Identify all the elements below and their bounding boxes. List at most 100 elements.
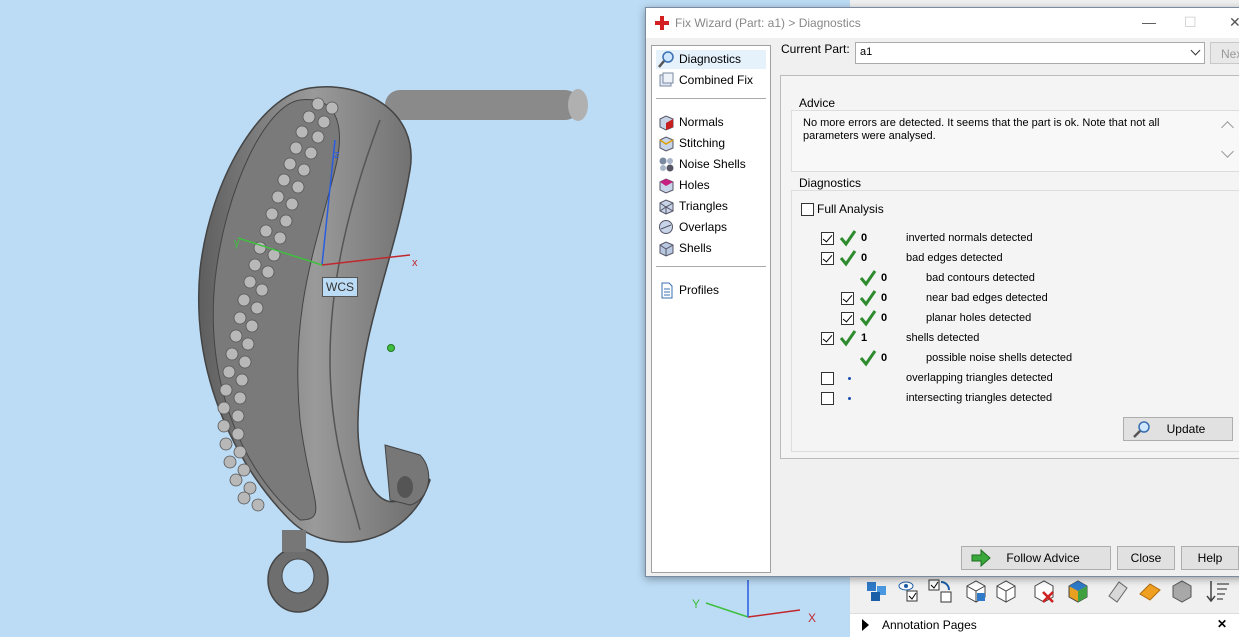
- shells-checkbox[interactable]: [821, 332, 834, 345]
- cube-colored-icon[interactable]: [1065, 578, 1091, 604]
- inverted-normals-count: 0: [861, 232, 868, 244]
- near-bad-edges-count: 0: [881, 292, 888, 304]
- diagnostics-panel: Advice No more errors are detected. It s…: [780, 75, 1239, 459]
- expand-arrow-icon[interactable]: [862, 619, 869, 631]
- normals-cube-icon: [659, 115, 674, 131]
- earring-pin: [385, 89, 588, 121]
- chevron-down-icon: [1190, 45, 1201, 56]
- visibility-icon[interactable]: [897, 578, 923, 604]
- nav-item-shells[interactable]: Shells: [656, 239, 766, 258]
- sort-list-icon[interactable]: [1205, 578, 1231, 604]
- nav-item-profiles[interactable]: Profiles: [656, 281, 766, 300]
- maximize-button[interactable]: ☐: [1184, 14, 1197, 31]
- shells-count: 1: [861, 332, 868, 344]
- close-window-button[interactable]: ✕: [1229, 14, 1239, 31]
- current-part-label: Current Part:: [781, 42, 850, 56]
- triangles-cube-icon: [659, 199, 674, 215]
- dialog-titlebar[interactable]: Fix Wizard (Part: a1) > Diagnostics — ☐ …: [646, 8, 1239, 38]
- cube-remove-icon[interactable]: [1031, 578, 1057, 604]
- holes-cube-icon: [659, 178, 674, 194]
- inverted-normals-checkbox[interactable]: [821, 232, 834, 245]
- red-cross-icon: [655, 16, 669, 30]
- full-analysis-checkbox[interactable]: [801, 203, 814, 216]
- wizard-navigation: Diagnostics Combined Fix Normals Stitchi…: [651, 45, 771, 573]
- planar-holes-count: 0: [881, 312, 888, 324]
- near-bad-edges-checkbox[interactable]: [841, 292, 854, 305]
- next-button[interactable]: Nex: [1210, 42, 1239, 64]
- stitching-cube-icon: [659, 136, 674, 152]
- shells-cube-icon: [659, 241, 674, 257]
- mini-x-label: X: [808, 611, 816, 625]
- follow-advice-label: Follow Advice: [1006, 551, 1080, 565]
- scroll-up-icon[interactable]: [1221, 121, 1234, 134]
- nav-item-triangles[interactable]: Triangles: [656, 197, 766, 216]
- noise-shells-icon: [659, 157, 674, 172]
- green-check-icon: [839, 330, 857, 347]
- nav-item-noise-shells[interactable]: Noise Shells: [656, 155, 766, 174]
- combined-fix-icon: [659, 72, 674, 87]
- full-analysis-label: Full Analysis: [817, 202, 884, 216]
- advice-text-box: No more errors are detected. It seems th…: [791, 110, 1239, 172]
- current-part-select[interactable]: a1: [855, 42, 1205, 64]
- green-check-icon: [859, 310, 877, 327]
- cube-blue-icon[interactable]: [963, 578, 989, 604]
- wcs-label: WCS: [322, 277, 358, 297]
- rotation-center-marker: [387, 344, 395, 352]
- earring-body: [198, 86, 431, 613]
- intersecting-triangles-checkbox[interactable]: [821, 392, 834, 405]
- bad-contours-label: bad contours detected: [926, 272, 1035, 284]
- overlapping-triangles-checkbox[interactable]: [821, 372, 834, 385]
- diagnostics-title: Diagnostics: [799, 176, 862, 190]
- toggle-selection-icon[interactable]: [927, 578, 953, 604]
- nav-separator: [656, 266, 766, 267]
- bottom-toolbar: [855, 576, 1239, 608]
- shells-label: shells detected: [906, 332, 980, 344]
- nav-separator: [656, 98, 766, 99]
- cube-grey-icon[interactable]: [1169, 578, 1195, 604]
- follow-advice-button[interactable]: Follow Advice: [961, 546, 1111, 570]
- nav-item-holes[interactable]: Holes: [656, 176, 766, 195]
- green-check-icon: [859, 350, 877, 367]
- measure-icon[interactable]: [1105, 578, 1131, 604]
- green-check-icon: [839, 230, 857, 247]
- nav-item-overlaps[interactable]: Overlaps: [656, 218, 766, 237]
- axis-z-label: z: [334, 149, 340, 161]
- planar-holes-checkbox[interactable]: [841, 312, 854, 325]
- help-button[interactable]: Help: [1181, 546, 1239, 570]
- scroll-down-icon[interactable]: [1221, 145, 1234, 158]
- inverted-normals-label: inverted normals detected: [906, 232, 1033, 244]
- update-button[interactable]: Update: [1123, 417, 1233, 441]
- fix-wizard-dialog: Fix Wizard (Part: a1) > Diagnostics — ☐ …: [645, 7, 1239, 577]
- bad-edges-label: bad edges detected: [906, 252, 1003, 264]
- bad-edges-checkbox[interactable]: [821, 252, 834, 265]
- annotation-pages-label: Annotation Pages: [882, 618, 977, 632]
- annotation-pages-bar[interactable]: Annotation Pages ✕: [850, 613, 1239, 637]
- bad-contours-count: 0: [881, 272, 888, 284]
- dialog-title: Fix Wizard (Part: a1) > Diagnostics: [675, 16, 861, 30]
- document-icon: [661, 282, 673, 299]
- diagnostics-group: Full Analysis 0 inverted normals detecte…: [791, 190, 1239, 452]
- green-check-icon: [839, 250, 857, 267]
- nav-item-stitching[interactable]: Stitching: [656, 134, 766, 153]
- pending-dot-icon: [848, 397, 851, 400]
- overlapping-triangles-label: overlapping triangles detected: [906, 372, 1053, 384]
- label-icon[interactable]: [1137, 578, 1163, 604]
- nav-item-diagnostics[interactable]: Diagnostics: [656, 50, 766, 69]
- nav-item-normals[interactable]: Normals: [656, 113, 766, 132]
- minimize-button[interactable]: —: [1142, 14, 1156, 30]
- update-label: Update: [1166, 422, 1206, 436]
- nav-item-combined-fix[interactable]: Combined Fix: [656, 71, 766, 90]
- noise-shells-count: 0: [881, 352, 888, 364]
- advice-title: Advice: [799, 96, 836, 110]
- select-parts-icon[interactable]: [865, 578, 891, 604]
- green-arrow-icon: [971, 549, 991, 567]
- magnifier-icon: [658, 51, 674, 68]
- close-icon[interactable]: ✕: [1217, 617, 1227, 631]
- intersecting-triangles-label: intersecting triangles detected: [906, 392, 1053, 404]
- cube-outline-icon[interactable]: [993, 578, 1019, 604]
- close-button[interactable]: Close: [1117, 546, 1175, 570]
- mini-y-label: Y: [692, 597, 700, 611]
- current-part-value: a1: [860, 46, 873, 58]
- pending-dot-icon: [848, 377, 851, 380]
- mini-axis-triad: X Y: [692, 580, 816, 625]
